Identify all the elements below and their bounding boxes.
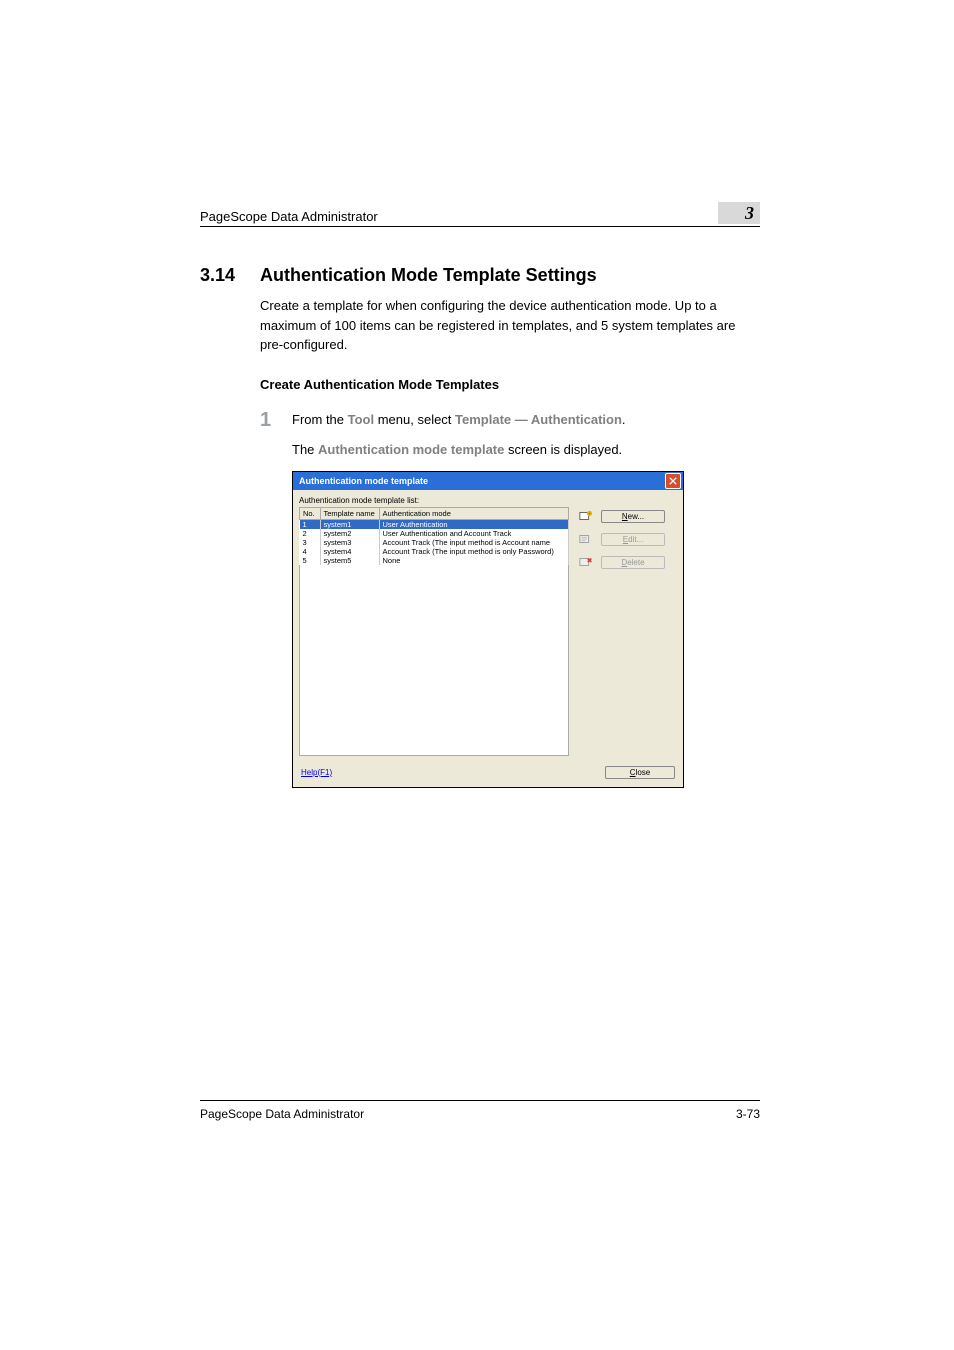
footer-right: 3-73 — [736, 1107, 760, 1121]
new-icon — [579, 510, 593, 522]
running-header: PageScope Data Administrator 3 — [200, 202, 760, 227]
table-header-row: No. Template name Authentication mode — [300, 507, 569, 519]
delete-icon — [579, 556, 593, 568]
table-empty-area — [299, 565, 569, 756]
cell-no: 4 — [300, 547, 321, 556]
edit-icon — [579, 533, 593, 545]
col-mode[interactable]: Authentication mode — [379, 507, 569, 519]
section-heading: 3.14 Authentication Mode Template Settin… — [200, 265, 760, 286]
dialog-screenshot: Authentication mode template Authenticat… — [292, 471, 684, 788]
cell-no: 2 — [300, 529, 321, 538]
table-row[interactable]: 4 system4 Account Track (The input metho… — [300, 547, 569, 556]
cell-mode: None — [379, 556, 569, 565]
table-row[interactable]: 1 system1 User Authentication — [300, 519, 569, 529]
page-footer: PageScope Data Administrator 3-73 — [200, 1100, 760, 1121]
menu-separator: — — [511, 412, 531, 427]
footer-left: PageScope Data Administrator — [200, 1107, 364, 1121]
close-icon — [669, 477, 677, 485]
cell-name: system2 — [320, 529, 379, 538]
cell-no: 5 — [300, 556, 321, 565]
subsection-title: Create Authentication Mode Templates — [260, 377, 760, 392]
step-sub-text: The Authentication mode template screen … — [292, 442, 760, 457]
cell-name: system1 — [320, 519, 379, 529]
running-head-text: PageScope Data Administrator — [200, 209, 378, 224]
chapter-number-box: 3 — [718, 202, 760, 224]
edit-button[interactable]: Edit... — [601, 533, 665, 546]
help-link[interactable]: Help(F1) — [301, 768, 332, 777]
cell-mode: Account Track (The input method is only … — [379, 547, 569, 556]
step-text-frag: menu, select — [374, 412, 455, 427]
close-dialog-button[interactable]: Close — [605, 766, 675, 779]
table-row[interactable]: 5 system5 None — [300, 556, 569, 565]
cell-name: system3 — [320, 538, 379, 547]
cell-mode: User Authentication — [379, 519, 569, 529]
step-text-frag: From the — [292, 412, 348, 427]
cell-name: system5 — [320, 556, 379, 565]
template-list-label: Authentication mode template list: — [299, 496, 569, 505]
step-text-frag: . — [622, 412, 626, 427]
dialog-titlebar: Authentication mode template — [293, 472, 683, 490]
menu-name: Tool — [348, 412, 374, 427]
delete-button[interactable]: Delete — [601, 556, 665, 569]
section-title: Authentication Mode Template Settings — [260, 265, 597, 286]
table-row[interactable]: 2 system2 User Authentication and Accoun… — [300, 529, 569, 538]
cell-no: 3 — [300, 538, 321, 547]
section-number: 3.14 — [200, 265, 260, 286]
step-sub-frag: screen is displayed. — [504, 442, 622, 457]
cell-mode: Account Track (The input method is Accou… — [379, 538, 569, 547]
step-sub-frag: The — [292, 442, 318, 457]
screen-name: Authentication mode template — [318, 442, 504, 457]
close-button[interactable] — [665, 473, 681, 489]
col-name[interactable]: Template name — [320, 507, 379, 519]
cell-no: 1 — [300, 519, 321, 529]
authentication-menu-item: Authentication — [531, 412, 622, 427]
step-number: 1 — [260, 410, 292, 430]
template-menu-item: Template — [455, 412, 511, 427]
step-1: 1 From the Tool menu, select Template — … — [260, 410, 760, 430]
new-button[interactable]: New... — [601, 510, 665, 523]
cell-mode: User Authentication and Account Track — [379, 529, 569, 538]
cell-name: system4 — [320, 547, 379, 556]
section-intro: Create a template for when configuring t… — [260, 296, 760, 355]
col-no[interactable]: No. — [300, 507, 321, 519]
dialog-title: Authentication mode template — [299, 476, 428, 486]
table-row[interactable]: 3 system3 Account Track (The input metho… — [300, 538, 569, 547]
template-table[interactable]: No. Template name Authentication mode 1 … — [299, 507, 569, 565]
step-text: From the Tool menu, select Template — Au… — [292, 410, 760, 430]
